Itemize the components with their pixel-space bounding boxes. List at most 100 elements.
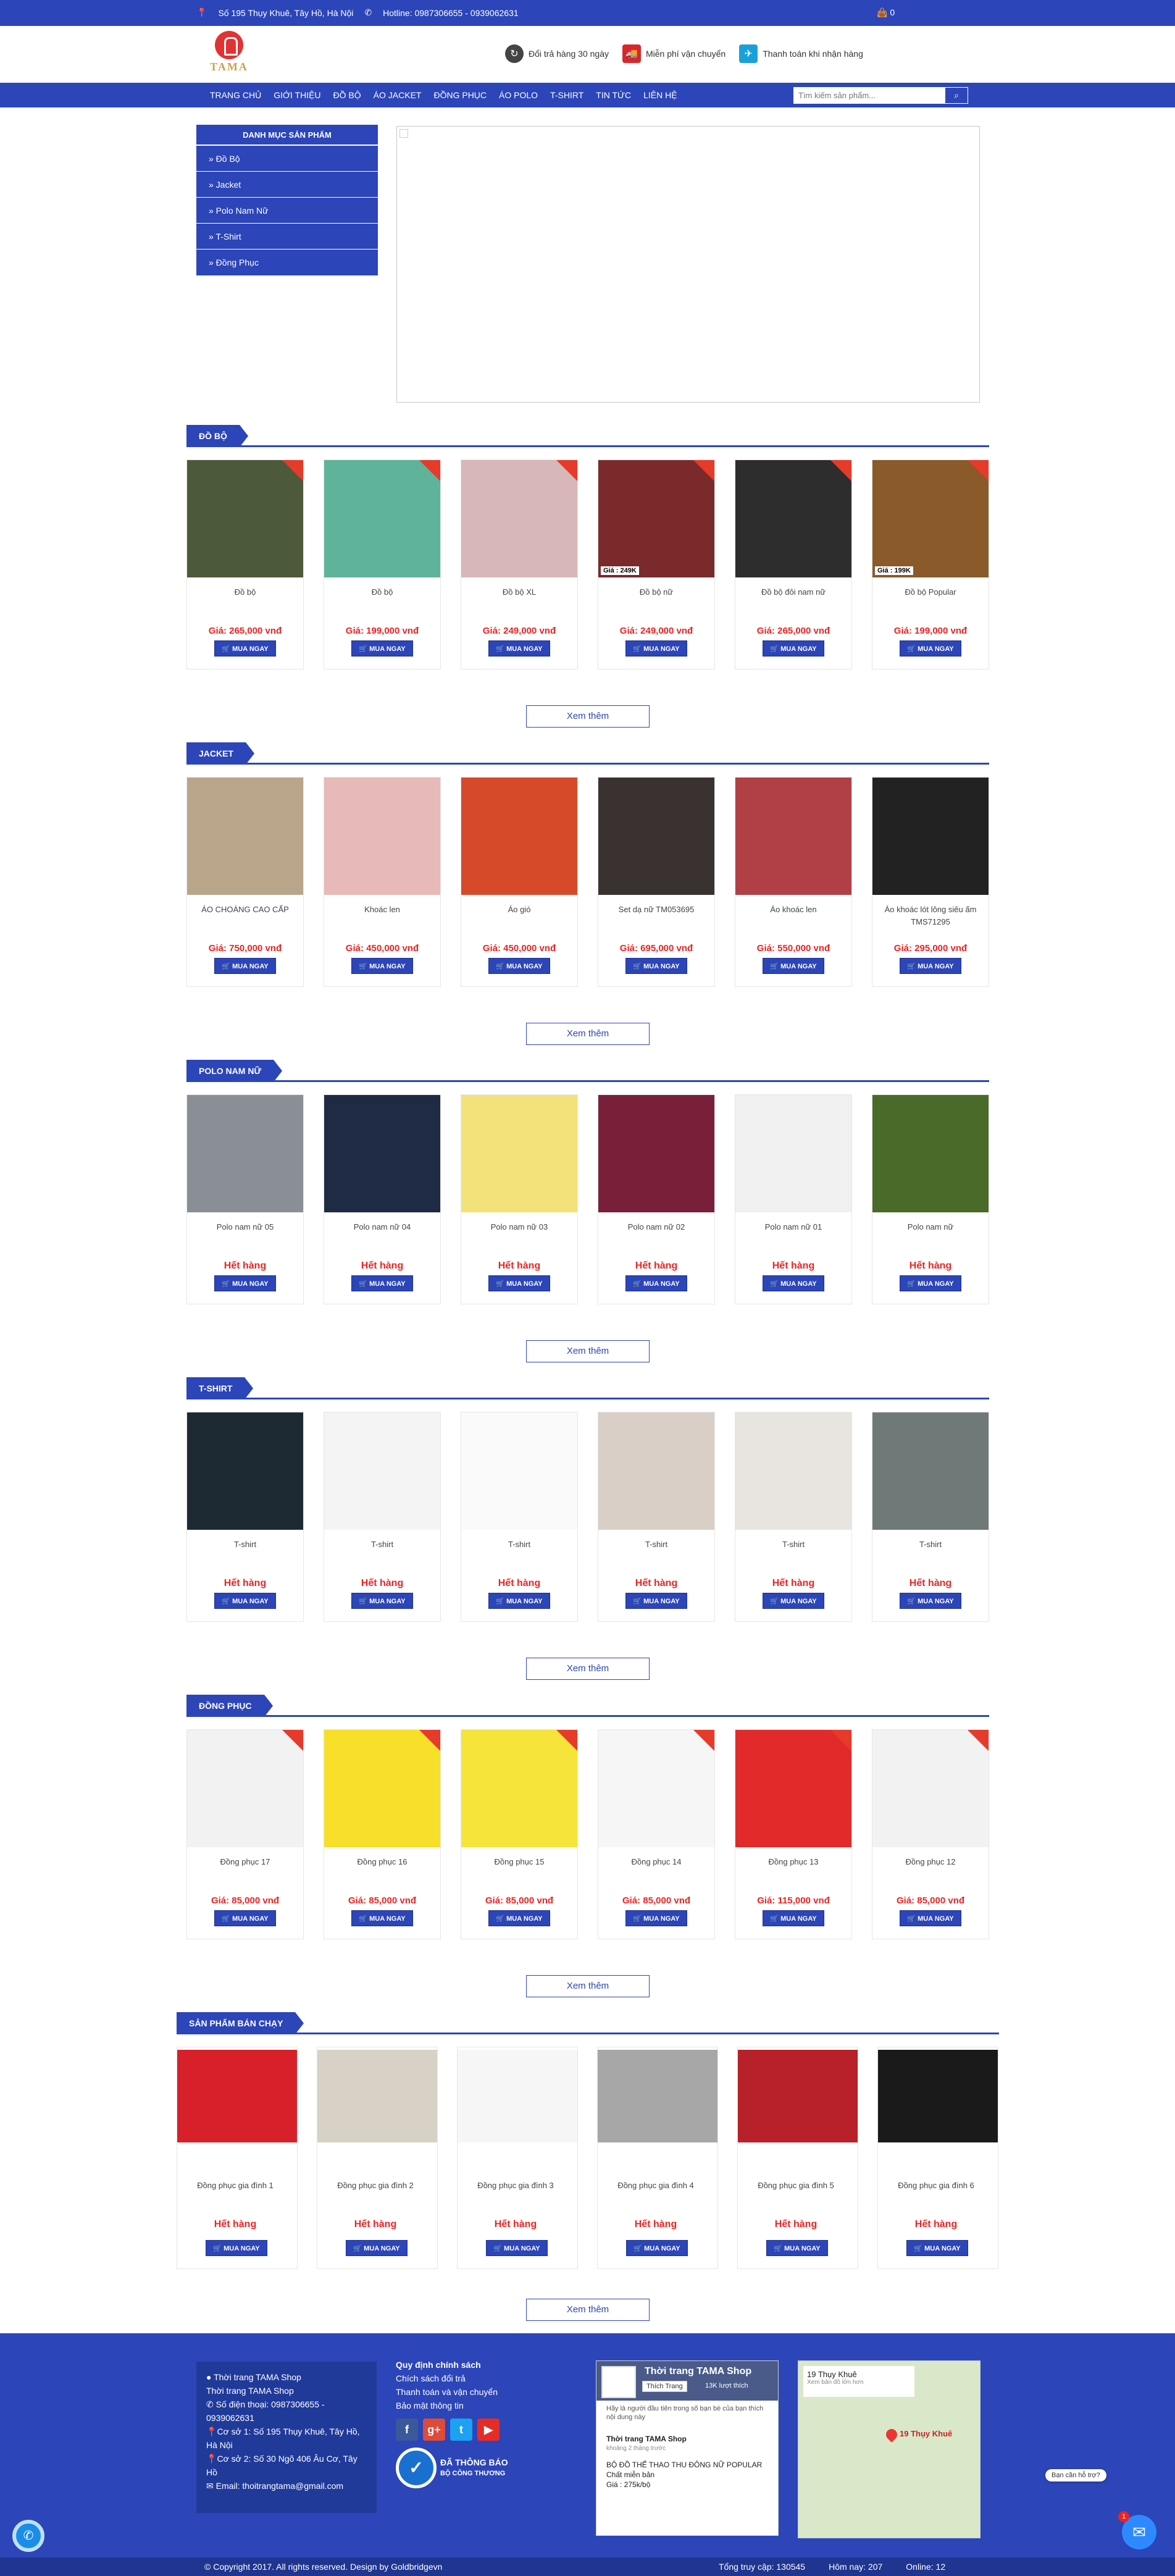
- nav-item-tshirt[interactable]: T-SHIRT: [544, 83, 590, 107]
- product-name[interactable]: Polo nam nữ 03: [465, 1221, 574, 1233]
- twitter-icon[interactable]: t: [450, 2419, 472, 2441]
- product-card[interactable]: Polo nam nữ 05 Hết hàng 🛒 MUA NGAY: [186, 1094, 304, 1304]
- product-card[interactable]: Đồ bộ Giá: 265,000 vnđ 🛒 MUA NGAY: [186, 459, 304, 669]
- nav-item-news[interactable]: TIN TỨC: [590, 83, 637, 107]
- product-card[interactable]: T-shirt Hết hàng 🛒 MUA NGAY: [186, 1412, 304, 1622]
- view-more-button[interactable]: Xem thêm: [526, 1340, 650, 1362]
- product-name[interactable]: Đồ bộ: [328, 586, 437, 598]
- buy-now-button[interactable]: 🛒 MUA NGAY: [488, 958, 550, 974]
- product-card[interactable]: Đồng phục gia đình 5 Hết hàng 🛒 MUA NGAY: [737, 2047, 858, 2269]
- product-image[interactable]: [598, 1095, 714, 1212]
- product-name[interactable]: Áo khoác len: [739, 904, 848, 916]
- product-name[interactable]: Polo nam nữ 05: [191, 1221, 299, 1233]
- product-name[interactable]: Set dạ nữ TM053695: [602, 904, 711, 916]
- product-image[interactable]: [735, 1095, 851, 1212]
- product-name[interactable]: Đồ bộ: [191, 586, 299, 598]
- product-image[interactable]: [458, 2050, 577, 2142]
- buy-now-button[interactable]: 🛒 MUA NGAY: [625, 1593, 687, 1609]
- buy-now-button[interactable]: 🛒 MUA NGAY: [351, 640, 413, 657]
- product-name[interactable]: Áo gió: [465, 904, 574, 916]
- product-image[interactable]: Giá : 249K: [598, 460, 714, 577]
- banner-slider[interactable]: [396, 126, 980, 403]
- buy-now-button[interactable]: 🛒 MUA NGAY: [626, 2240, 688, 2256]
- product-name[interactable]: Đồng phục gia đình 1: [181, 2180, 290, 2192]
- buy-now-button[interactable]: 🛒 MUA NGAY: [763, 1275, 824, 1291]
- buy-now-button[interactable]: 🛒 MUA NGAY: [625, 1910, 687, 1926]
- product-name[interactable]: Đồng phục 16: [328, 1856, 437, 1868]
- buy-now-button[interactable]: 🛒 MUA NGAY: [351, 1593, 413, 1609]
- section-title[interactable]: POLO NAM NỮ: [186, 1060, 283, 1082]
- product-image[interactable]: [461, 778, 577, 895]
- buy-now-button[interactable]: 🛒 MUA NGAY: [351, 958, 413, 974]
- product-name[interactable]: T-shirt: [602, 1538, 711, 1551]
- category-item-uniform[interactable]: » Đồng Phục: [196, 250, 378, 275]
- buy-now-button[interactable]: 🛒 MUA NGAY: [486, 2240, 548, 2256]
- product-name[interactable]: Đồng phục 15: [465, 1856, 574, 1868]
- nav-item-home[interactable]: TRANG CHỦ: [204, 83, 267, 107]
- product-name[interactable]: Khoác len: [328, 904, 437, 916]
- product-image[interactable]: [872, 1412, 989, 1530]
- product-image[interactable]: [872, 1095, 989, 1212]
- product-card[interactable]: Đồng phục 17 Giá: 85,000 vnđ 🛒 MUA NGAY: [186, 1729, 304, 1939]
- product-name[interactable]: Đồ bộ XL: [465, 586, 574, 598]
- policy-link-privacy[interactable]: Bảo mật thông tin: [396, 2399, 519, 2412]
- product-image[interactable]: [735, 778, 851, 895]
- buy-now-button[interactable]: 🛒 MUA NGAY: [763, 1593, 824, 1609]
- fb-like-button[interactable]: Thích Trang: [642, 2381, 687, 2392]
- buy-now-button[interactable]: 🛒 MUA NGAY: [900, 1275, 961, 1291]
- product-image[interactable]: [872, 778, 989, 895]
- product-image[interactable]: Giá : 199K: [872, 460, 989, 577]
- product-card[interactable]: T-shirt Hết hàng 🛒 MUA NGAY: [461, 1412, 578, 1622]
- product-name[interactable]: Polo nam nữ 01: [739, 1221, 848, 1233]
- product-image[interactable]: [177, 2050, 297, 2142]
- nav-item-about[interactable]: GIỚI THIỆU: [267, 83, 327, 107]
- product-image[interactable]: [598, 2050, 717, 2142]
- product-name[interactable]: Đồ bộ nữ: [602, 586, 711, 598]
- product-name[interactable]: T-shirt: [739, 1538, 848, 1551]
- product-image[interactable]: [324, 460, 440, 577]
- product-image[interactable]: [735, 1412, 851, 1530]
- section-title[interactable]: SẢN PHẨM BÁN CHẠY: [177, 2012, 304, 2034]
- buy-now-button[interactable]: 🛒 MUA NGAY: [763, 640, 824, 657]
- call-button[interactable]: ✆: [12, 2520, 44, 2552]
- map-pin-icon[interactable]: [884, 2427, 900, 2443]
- google-plus-icon[interactable]: g+: [423, 2419, 445, 2441]
- product-card[interactable]: Polo nam nữ 04 Hết hàng 🛒 MUA NGAY: [324, 1094, 441, 1304]
- product-name[interactable]: Đồng phục 17: [191, 1856, 299, 1868]
- cart-button[interactable]: 👜 0: [877, 7, 895, 18]
- product-image[interactable]: [872, 1730, 989, 1847]
- facebook-icon[interactable]: f: [396, 2419, 418, 2441]
- view-more-button[interactable]: Xem thêm: [526, 2299, 650, 2321]
- search-button[interactable]: ⌕: [945, 87, 968, 104]
- buy-now-button[interactable]: 🛒 MUA NGAY: [488, 640, 550, 657]
- buy-now-button[interactable]: 🛒 MUA NGAY: [625, 1275, 687, 1291]
- product-image[interactable]: [598, 1730, 714, 1847]
- product-name[interactable]: Đồng phục gia đình 6: [882, 2180, 990, 2192]
- product-image[interactable]: [598, 778, 714, 895]
- map-larger-link[interactable]: Xem bản đồ lớn hơn: [807, 2379, 911, 2386]
- policy-link-payment[interactable]: Thanh toán và vận chuyển: [396, 2385, 519, 2399]
- buy-now-button[interactable]: 🛒 MUA NGAY: [214, 1910, 276, 1926]
- category-item-do-bo[interactable]: » Đồ Bộ: [196, 146, 378, 172]
- product-image[interactable]: [735, 460, 851, 577]
- category-item-polo[interactable]: » Polo Nam Nữ: [196, 198, 378, 224]
- buy-now-button[interactable]: 🛒 MUA NGAY: [766, 2240, 828, 2256]
- search-input[interactable]: Tìm kiếm sản phẩm...: [793, 87, 945, 104]
- product-name[interactable]: Polo nam nữ: [876, 1221, 985, 1233]
- product-image[interactable]: [461, 1412, 577, 1530]
- section-title[interactable]: ĐỒNG PHỤC: [186, 1695, 273, 1717]
- product-name[interactable]: Đồng phục gia đình 5: [742, 2180, 850, 2192]
- product-name[interactable]: T-shirt: [328, 1538, 437, 1551]
- product-image[interactable]: [324, 1095, 440, 1212]
- buy-now-button[interactable]: 🛒 MUA NGAY: [625, 958, 687, 974]
- product-name[interactable]: Đồng phục 14: [602, 1856, 711, 1868]
- product-name[interactable]: Đồng phục gia đình 4: [601, 2180, 710, 2192]
- product-image[interactable]: [187, 1730, 303, 1847]
- nav-item-contact[interactable]: LIÊN HỆ: [637, 83, 683, 107]
- buy-now-button[interactable]: 🛒 MUA NGAY: [346, 2240, 408, 2256]
- view-more-button[interactable]: Xem thêm: [526, 1975, 650, 1997]
- buy-now-button[interactable]: 🛒 MUA NGAY: [763, 1910, 824, 1926]
- category-item-jacket[interactable]: » Jacket: [196, 172, 378, 198]
- product-card[interactable]: Polo nam nữ 02 Hết hàng 🛒 MUA NGAY: [598, 1094, 715, 1304]
- buy-now-button[interactable]: 🛒 MUA NGAY: [214, 1593, 276, 1609]
